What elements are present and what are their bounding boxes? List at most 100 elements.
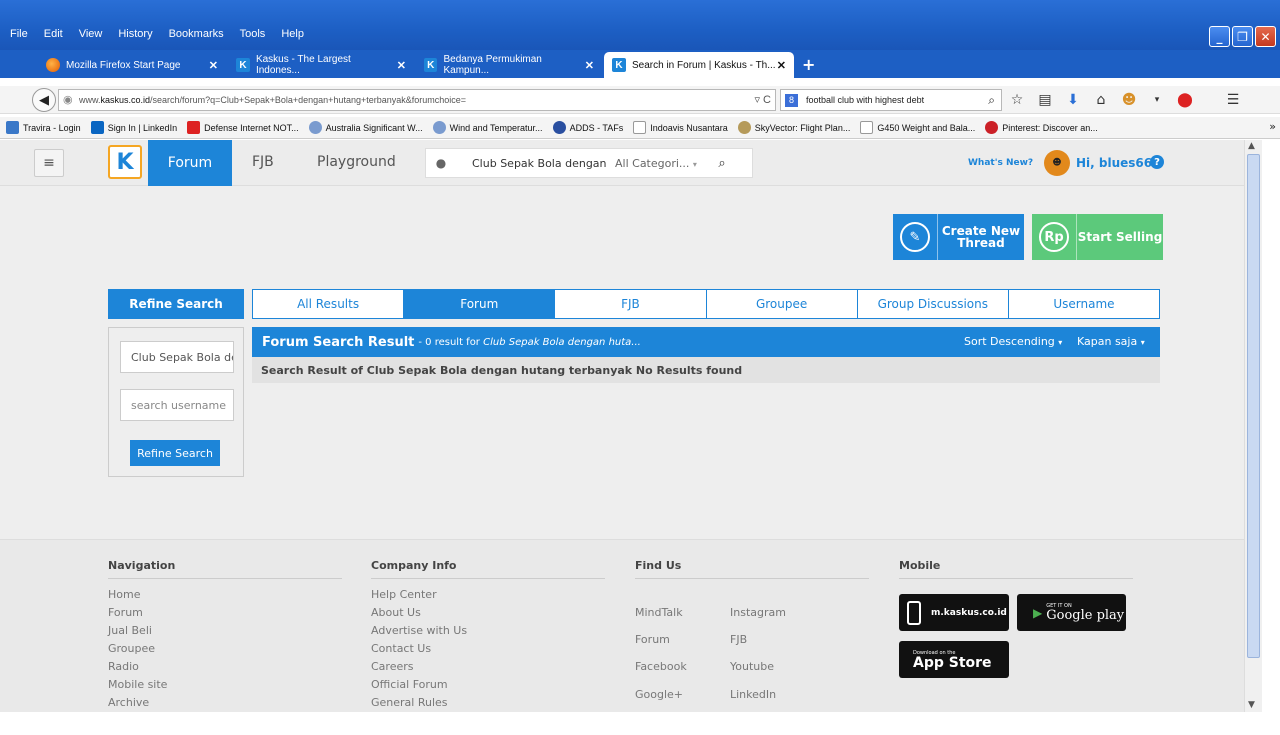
home-icon[interactable]: ⌂ xyxy=(1092,92,1110,108)
new-tab-button[interactable]: + xyxy=(802,52,815,78)
tab-close-icon[interactable]: ✕ xyxy=(397,59,406,72)
url-bar[interactable]: ◉ www. kaskus.co.id/search/forum?q=Club+S… xyxy=(58,89,776,111)
footer-link[interactable]: Forum xyxy=(635,633,670,646)
tab-close-icon[interactable]: ✕ xyxy=(585,59,594,72)
footer-link[interactable]: Forum xyxy=(108,604,342,622)
footer-link[interactable]: Radio xyxy=(108,658,342,676)
tab-close-icon[interactable]: ✕ xyxy=(777,59,786,72)
tab-fjb[interactable]: FJB xyxy=(555,290,707,318)
footer-link[interactable]: LinkedIn xyxy=(730,688,776,701)
create-thread-button[interactable]: ✎ Create New Thread xyxy=(893,214,1024,260)
download-icon[interactable]: ⬇ xyxy=(1064,92,1082,108)
menu-tools[interactable]: Tools xyxy=(240,28,266,40)
bookmark-item[interactable]: SkyVector: Flight Plan... xyxy=(737,121,850,134)
menu-history[interactable]: History xyxy=(118,28,152,40)
tab-search-forum[interactable]: K Search in Forum | Kaskus - Th... ✕ xyxy=(604,52,794,78)
hamburger-menu-icon[interactable]: ≡ xyxy=(34,149,64,177)
refine-search-button[interactable]: Refine Search xyxy=(130,440,220,466)
mkaskus-badge[interactable]: m.kaskus.co.id xyxy=(899,594,1009,631)
menu-view[interactable]: View xyxy=(79,28,103,40)
category-select[interactable]: All Categori... ▾ xyxy=(611,157,707,170)
footer: Navigation Home Forum Jual Beli Groupee … xyxy=(0,539,1244,712)
browser-search-bar[interactable]: 8 football club with highest debt ⌕ xyxy=(780,89,1002,111)
menu-icon[interactable]: ☰ xyxy=(1224,92,1242,108)
bookmark-item[interactable]: ADDS - TAFs xyxy=(552,121,623,134)
start-selling-button[interactable]: Rp Start Selling xyxy=(1032,214,1163,260)
avatar[interactable]: ☻ xyxy=(1044,150,1070,176)
bookmark-item[interactable]: Sign In | LinkedIn xyxy=(90,121,177,134)
footer-link[interactable]: FJB xyxy=(730,633,747,646)
minimize-button[interactable]: _ xyxy=(1209,26,1230,47)
star-icon[interactable]: ☆ xyxy=(1008,92,1026,108)
tab-groupee[interactable]: Groupee xyxy=(707,290,858,318)
footer-link[interactable]: Instagram xyxy=(730,606,786,619)
scroll-up-icon[interactable]: ▲ xyxy=(1248,141,1255,151)
menu-bookmarks[interactable]: Bookmarks xyxy=(169,28,224,40)
google-play-badge[interactable]: ▶ GET IT ON Google play xyxy=(1017,594,1126,631)
search-go-icon[interactable]: ⌕ xyxy=(988,93,995,108)
greasemonkey-icon[interactable]: ☻ xyxy=(1120,92,1138,108)
back-button[interactable]: ◀ xyxy=(32,88,56,112)
menu-help[interactable]: Help xyxy=(281,28,304,40)
google-search-icon[interactable]: 8 xyxy=(785,93,798,107)
dropdown-icon[interactable]: ▾ xyxy=(1148,95,1166,105)
bookmark-item[interactable]: Indoavis Nusantara xyxy=(633,121,728,134)
sort-dropdown[interactable]: Sort Descending ▾ xyxy=(964,335,1062,348)
nav-fjb[interactable]: FJB xyxy=(252,154,274,170)
footer-link[interactable]: Google+ xyxy=(635,688,683,701)
bookmark-item[interactable]: Australia Significant W... xyxy=(308,121,423,134)
scroll-down-icon[interactable]: ▼ xyxy=(1248,700,1255,710)
adblock-icon[interactable]: ⬤ xyxy=(1176,92,1194,108)
vertical-scrollbar[interactable]: ▲ ▼ xyxy=(1244,140,1262,712)
tab-title: Bedanya Permukiman Kampun... xyxy=(443,54,542,76)
scrollbar-thumb[interactable] xyxy=(1247,154,1260,658)
maximize-button[interactable]: ❐ xyxy=(1232,26,1253,47)
tab-kaskus-home[interactable]: K Kaskus - The Largest Indones... ✕ xyxy=(228,52,414,78)
menu-edit[interactable]: Edit xyxy=(44,28,63,40)
footer-link[interactable]: General Rules xyxy=(371,694,605,712)
tab-bedanya[interactable]: K Bedanya Permukiman Kampun... ✕ xyxy=(416,52,602,78)
user-greeting[interactable]: Hi, blues66 xyxy=(1076,156,1152,170)
footer-link[interactable]: About Us xyxy=(371,604,605,622)
footer-link[interactable]: Careers xyxy=(371,658,605,676)
site-search-input[interactable]: Club Sepak Bola dengan hu xyxy=(456,157,611,170)
reading-list-icon[interactable]: ▤ xyxy=(1036,92,1054,108)
search-icon[interactable]: ⌕ xyxy=(707,156,737,171)
reload-icon[interactable]: ▿ C xyxy=(754,93,771,106)
tab-username[interactable]: Username xyxy=(1009,290,1159,318)
footer-link[interactable]: Groupee xyxy=(108,640,342,658)
whats-new-link[interactable]: What's New? xyxy=(968,158,1033,168)
bookmark-item[interactable]: Wind and Temperatur... xyxy=(432,121,543,134)
footer-link[interactable]: Contact Us xyxy=(371,640,605,658)
footer-link[interactable]: Archive xyxy=(108,694,342,712)
menu-file[interactable]: File xyxy=(10,28,28,40)
app-store-badge[interactable]: Download on the App Store xyxy=(899,641,1009,678)
footer-link[interactable]: Mobile site xyxy=(108,676,342,694)
footer-link[interactable]: Official Forum xyxy=(371,676,605,694)
time-dropdown[interactable]: Kapan saja ▾ xyxy=(1077,335,1145,348)
bookmarks-overflow-icon[interactable]: » xyxy=(1269,120,1276,133)
bookmark-item[interactable]: G450 Weight and Bala... xyxy=(860,121,975,134)
tab-firefox-start[interactable]: Mozilla Firefox Start Page ✕ xyxy=(38,52,226,78)
tab-forum[interactable]: Forum xyxy=(404,290,556,318)
tab-all-results[interactable]: All Results xyxy=(253,290,405,318)
help-icon[interactable]: ? xyxy=(1150,155,1164,169)
tab-close-icon[interactable]: ✕ xyxy=(209,59,218,72)
kaskus-logo[interactable]: K xyxy=(108,145,142,179)
tab-group-discussions[interactable]: Group Discussions xyxy=(858,290,1009,318)
footer-link[interactable]: Jual Beli xyxy=(108,622,342,640)
nav-playground[interactable]: Playground xyxy=(317,154,396,170)
footer-link[interactable]: MindTalk xyxy=(635,606,683,619)
refine-query-input[interactable]: Club Sepak Bola de xyxy=(120,341,234,373)
bookmark-item[interactable]: Defense Internet NOT... xyxy=(187,121,299,134)
footer-link[interactable]: Youtube xyxy=(730,660,774,673)
footer-link[interactable]: Help Center xyxy=(371,586,605,604)
close-window-button[interactable]: ✕ xyxy=(1255,26,1276,47)
nav-forum[interactable]: Forum xyxy=(148,140,232,186)
bookmark-item[interactable]: Pinterest: Discover an... xyxy=(985,121,1098,134)
bookmark-item[interactable]: Travira - Login xyxy=(6,121,81,134)
footer-link[interactable]: Home xyxy=(108,586,342,604)
footer-link[interactable]: Advertise with Us xyxy=(371,622,605,640)
username-input[interactable]: search username xyxy=(120,389,234,421)
footer-link[interactable]: Facebook xyxy=(635,660,687,673)
